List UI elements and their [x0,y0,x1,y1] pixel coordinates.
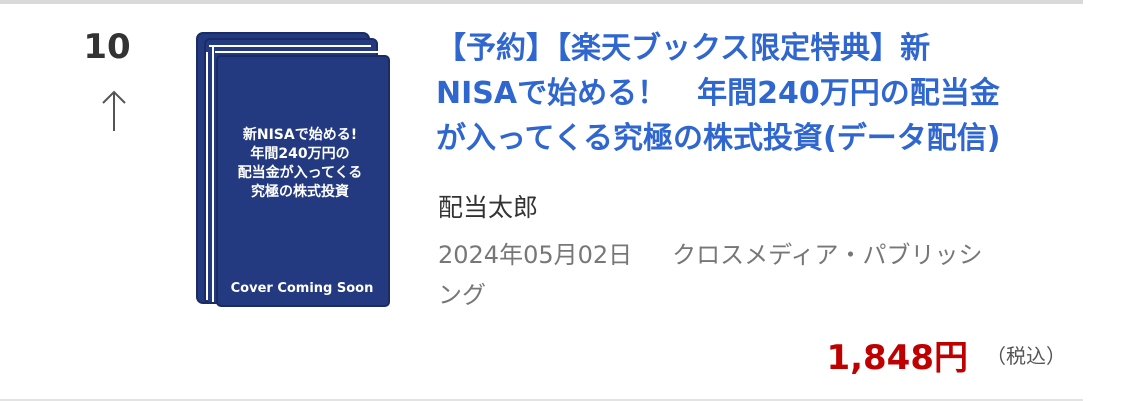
publisher-name-continued: ング [438,281,486,309]
author-name[interactable]: 配当太郎 [438,188,538,224]
cover-line: 年間240万円の [250,146,350,162]
cover-line: 新NISAで始める! [242,127,358,143]
cover-line: 配当金が入ってくる [237,165,363,181]
title-line[interactable]: が入ってくる究極の株式投資(データ配信) [436,116,1081,161]
publisher-name: クロスメディア・パブリッシ [672,241,983,269]
title-line[interactable]: NISAで始める！ 年間240万円の配当金 [436,71,1081,116]
pubinfo-line: 2024年05月02日 クロスメディア・パブリッシ [438,235,1086,275]
tax-included-label: （税込） [986,344,1066,368]
cover-title-text: 新NISAで始める! 年間240万円の 配当金が入ってくる 究極の株式投資 [230,126,370,202]
rank-number: 10 [83,27,131,67]
item-top-divider [0,0,1083,4]
price: 1,848円 [826,338,968,378]
cover-coming-soon-label: Cover Coming Soon [230,281,374,296]
publication-info: 2024年05月02日 クロスメディア・パブリッシ ング [438,235,1086,315]
up-arrow-icon [102,90,126,131]
title-line[interactable]: 【予約】【楽天ブックス限定特典】新 [436,26,1081,71]
cover-line: 究極の株式投資 [251,184,349,200]
product-title-link[interactable]: 【予約】【楽天ブックス限定特典】新 NISAで始める！ 年間240万円の配当金 … [436,26,1081,161]
release-date: 2024年05月02日 [438,241,633,269]
